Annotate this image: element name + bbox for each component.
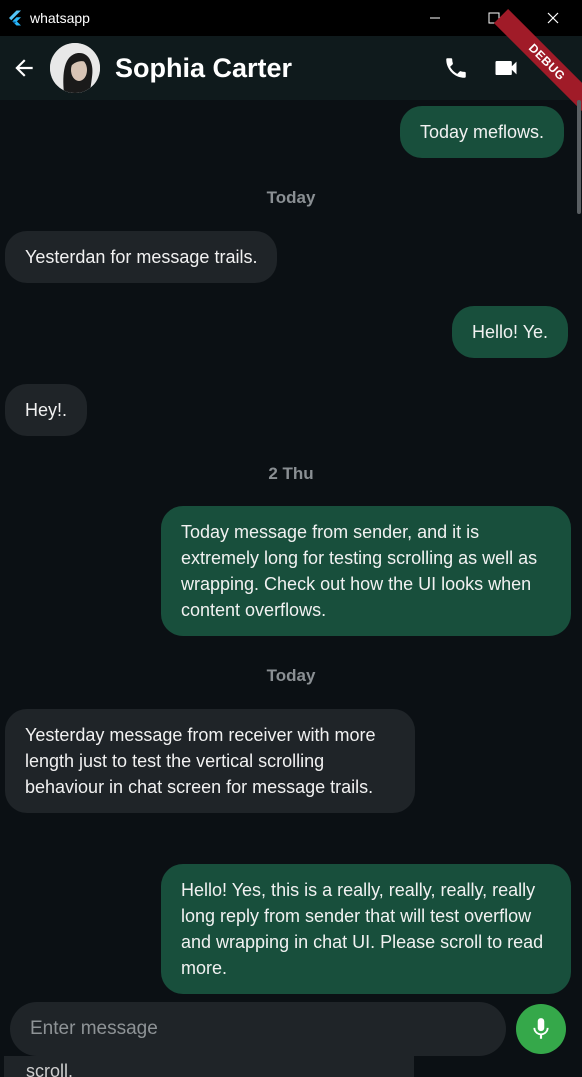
avatar-image	[50, 43, 100, 93]
minimize-icon	[429, 17, 440, 19]
window-title: whatsapp	[30, 10, 90, 26]
phone-icon	[446, 58, 466, 78]
minimize-button[interactable]	[405, 0, 464, 36]
chat-header: Sophia Carter DEBUG	[0, 8, 582, 116]
message-outgoing[interactable]: Hello! Ye.	[452, 306, 569, 358]
message-input[interactable]	[10, 1018, 506, 1040]
video-camera-icon	[495, 61, 517, 75]
date-separator: 2 Thu	[268, 464, 314, 483]
contact-name[interactable]: Sophia Carter	[115, 53, 292, 84]
title-bar: whatsapp	[0, 0, 582, 36]
avatar[interactable]	[50, 43, 100, 93]
close-icon	[547, 12, 558, 24]
flutter-icon	[9, 10, 21, 26]
message-incoming-partial: scroll.	[4, 1056, 414, 1077]
message-outgoing[interactable]: Hello! Yes, this is a really, really, re…	[161, 864, 571, 994]
close-window-button[interactable]	[523, 0, 582, 36]
mic-button[interactable]	[516, 1004, 566, 1054]
message-incoming[interactable]: Yesterday message from receiver with mor…	[5, 709, 415, 813]
window-controls	[405, 0, 582, 36]
message-composer	[10, 1002, 506, 1056]
mic-icon	[533, 1018, 549, 1039]
back-button[interactable]	[4, 48, 44, 88]
voice-call-button[interactable]	[436, 48, 476, 88]
message-outgoing[interactable]: Today message from sender, and it is ext…	[161, 506, 571, 636]
app-window: whatsapp Sophia Carter DEBUG Today meflo…	[0, 0, 582, 1077]
date-separator: Today	[266, 188, 316, 207]
message-incoming[interactable]: Yesterdan for message trails.	[5, 231, 278, 283]
video-call-button[interactable]	[486, 48, 526, 88]
date-separator: Today	[266, 666, 316, 685]
message-incoming[interactable]: Hey!.	[5, 384, 88, 436]
message-outgoing[interactable]: Today meflows.	[400, 106, 565, 158]
scrollbar[interactable]	[577, 100, 581, 214]
back-arrow-icon	[15, 59, 33, 77]
message-list[interactable]: Today meflows. Today Yesterdan for messa…	[0, 100, 582, 1077]
